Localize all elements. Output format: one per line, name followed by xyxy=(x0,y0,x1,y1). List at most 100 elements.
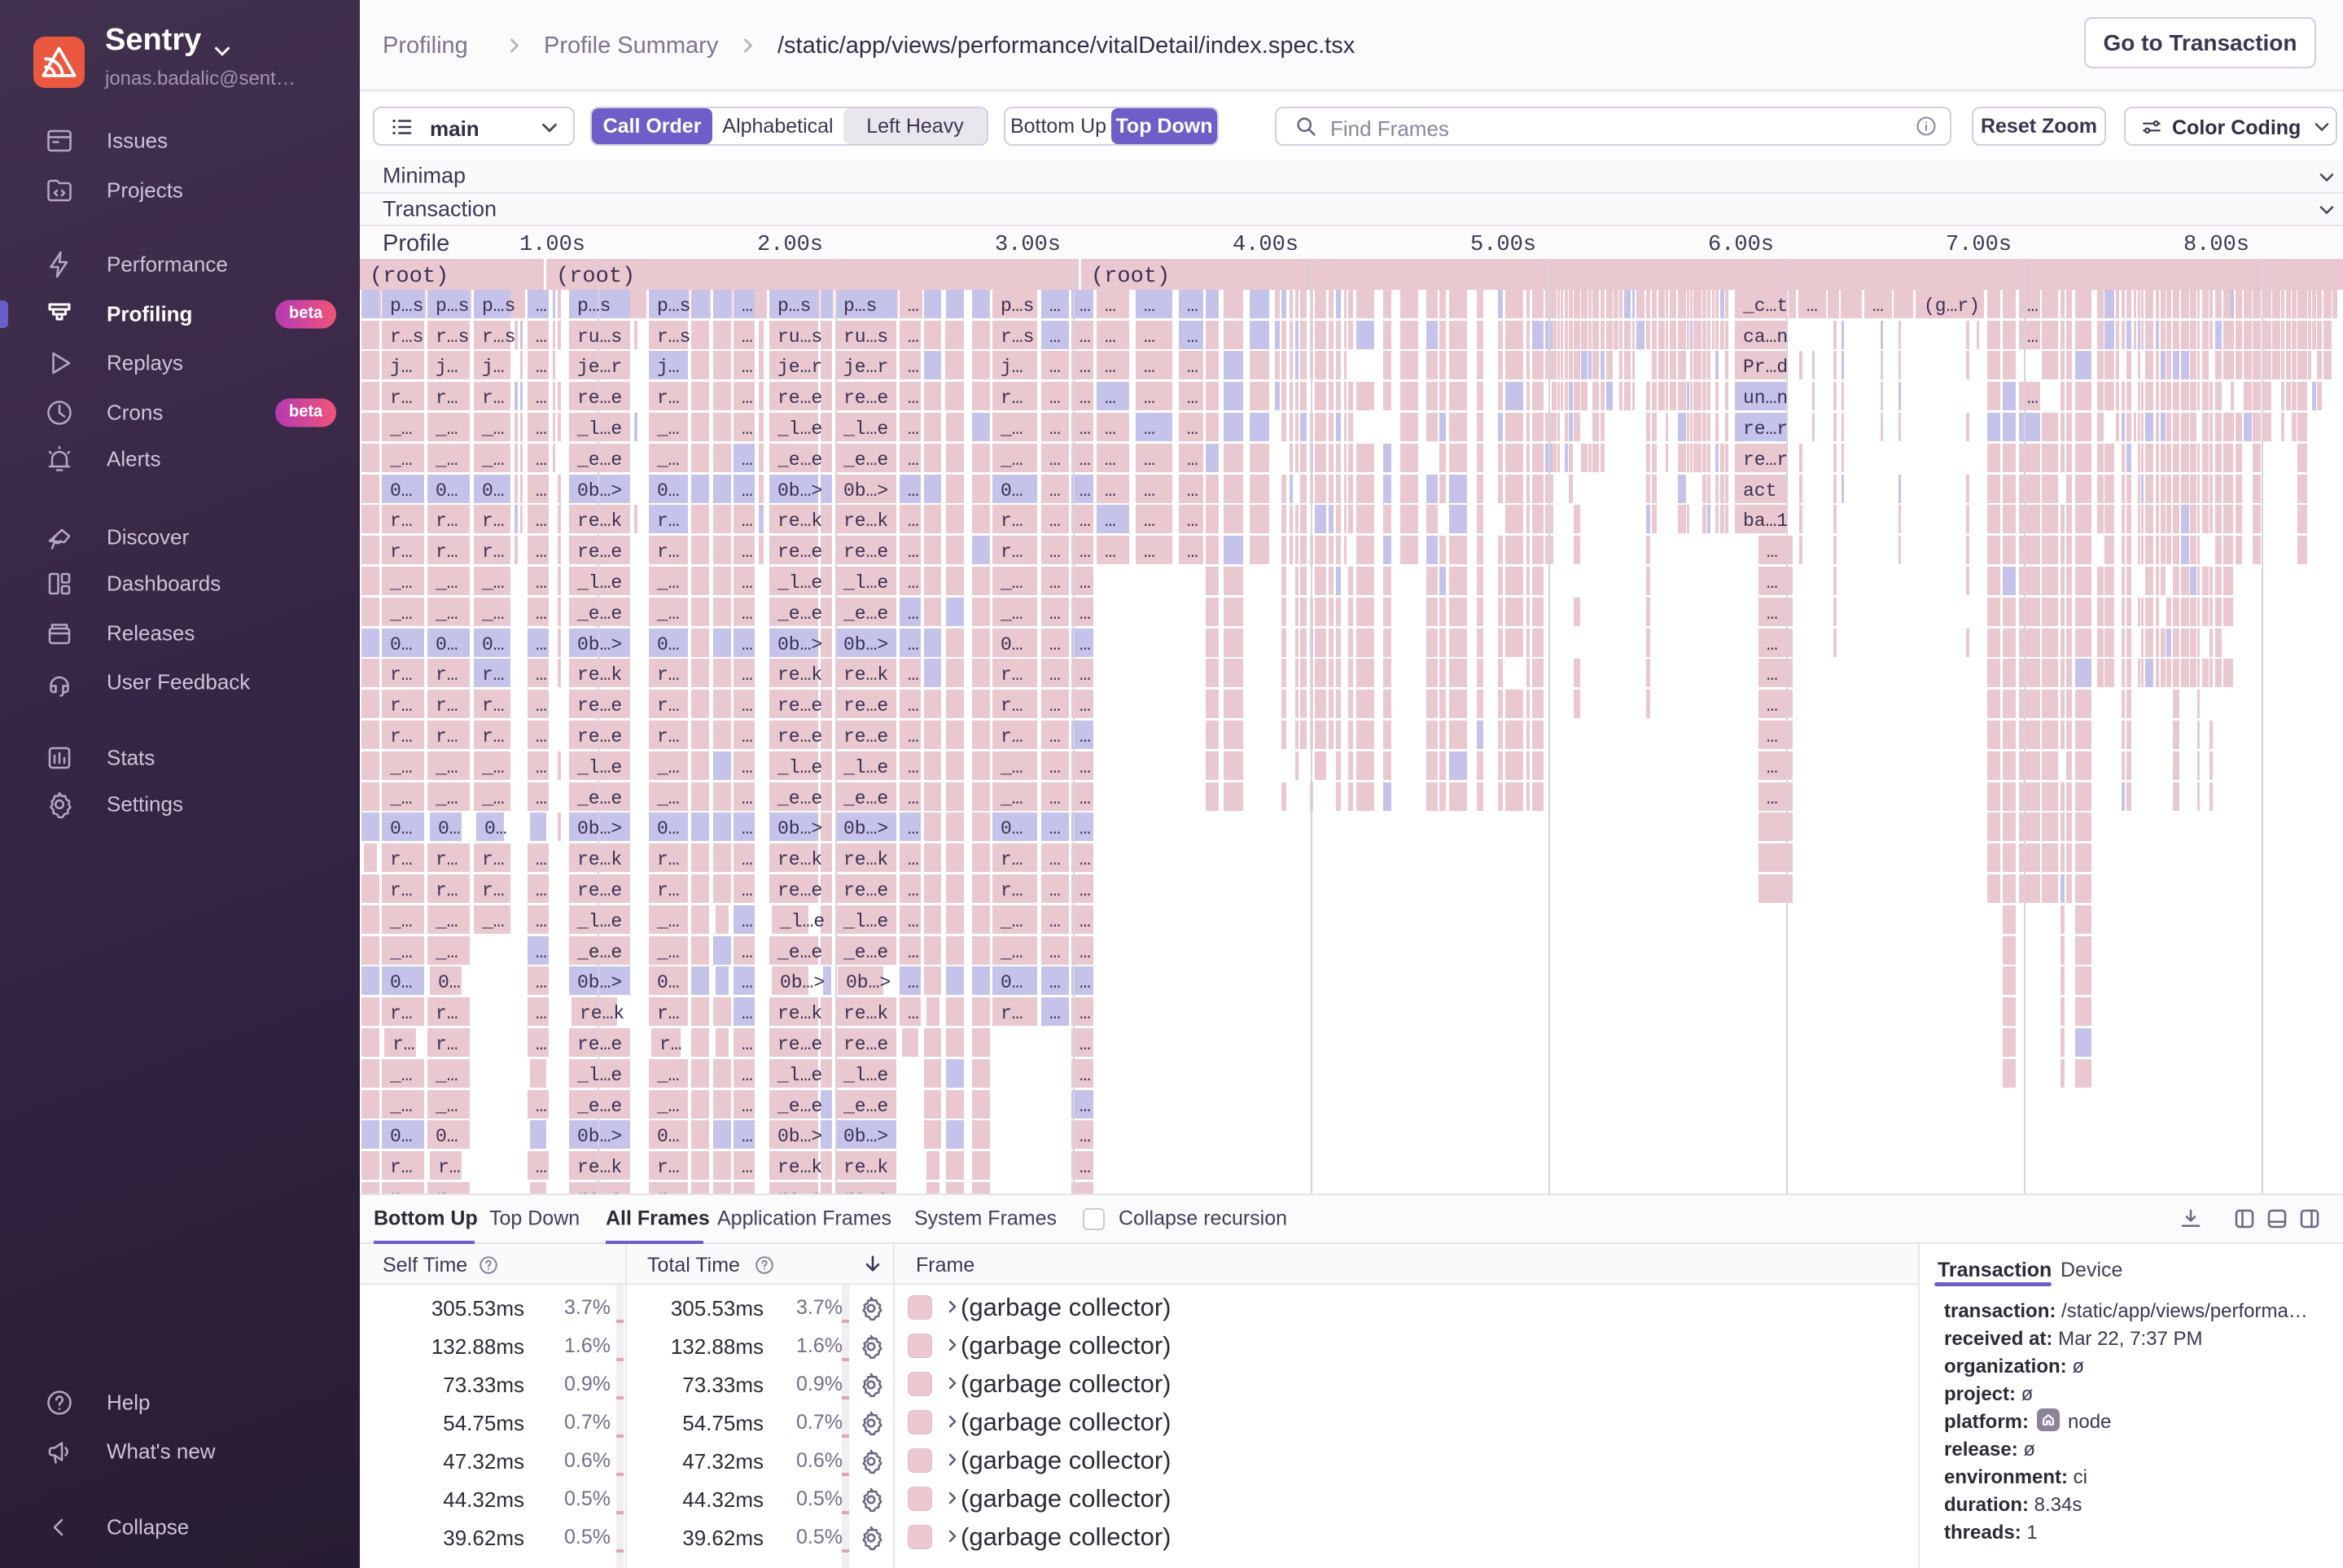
svg-text:…: … xyxy=(1080,326,1091,348)
svg-text:…: … xyxy=(1080,880,1091,901)
svg-text:…: … xyxy=(536,1157,547,1178)
svg-text:…: … xyxy=(1144,296,1155,317)
svg-text:r…: r… xyxy=(657,1157,680,1178)
svg-text:_l…e: _l…e xyxy=(777,1065,822,1086)
svg-text:p…s: p…s xyxy=(657,296,690,317)
svg-text:r…: r… xyxy=(659,1034,682,1055)
svg-text:…: … xyxy=(1187,418,1198,440)
svg-text:_e…e: _e…e xyxy=(576,603,622,624)
svg-text:re…e: re…e xyxy=(577,1034,622,1055)
svg-text:r…: r… xyxy=(482,388,505,409)
svg-text:r…: r… xyxy=(1001,1003,1023,1024)
svg-text:…: … xyxy=(536,942,547,963)
svg-text:…: … xyxy=(536,357,547,378)
svg-text:…: … xyxy=(1049,757,1061,778)
svg-text:…: … xyxy=(742,726,753,747)
svg-text:…: … xyxy=(1049,357,1061,378)
svg-text:r…: r… xyxy=(1001,541,1023,563)
svg-text:r…: r… xyxy=(1001,849,1023,870)
svg-text:0…: 0… xyxy=(657,972,680,993)
svg-text:…: … xyxy=(1049,849,1061,870)
svg-text:0…: 0… xyxy=(390,1126,413,1147)
svg-text:_l…e: _l…e xyxy=(843,1065,888,1086)
svg-text:_…: _… xyxy=(481,757,505,778)
svg-text:…: … xyxy=(1105,418,1116,440)
svg-text:_…: _… xyxy=(1000,757,1023,778)
svg-text:r…: r… xyxy=(390,1188,413,1194)
svg-text:_…: _… xyxy=(389,1065,413,1086)
svg-text:0…: 0… xyxy=(657,480,680,501)
svg-text:r…s: r…s xyxy=(436,326,469,348)
svg-text:…: … xyxy=(1187,480,1198,501)
svg-text:_…: _… xyxy=(656,572,680,593)
svg-text:…: … xyxy=(1144,541,1155,563)
svg-text:…: … xyxy=(1080,1003,1091,1024)
svg-text:…: … xyxy=(2027,296,2039,317)
svg-text:_…: _… xyxy=(435,603,458,624)
svg-text:…: … xyxy=(1144,510,1155,532)
svg-text:re…r: re…r xyxy=(1743,418,1788,440)
svg-text:_e…e: _e…e xyxy=(777,942,822,963)
svg-text:r…: r… xyxy=(657,726,680,747)
svg-text:…: … xyxy=(742,1157,753,1178)
svg-text:…: … xyxy=(1080,603,1091,624)
svg-text:…: … xyxy=(1049,664,1061,685)
svg-text:_e…e: _e…e xyxy=(576,1096,622,1117)
svg-text:…: … xyxy=(1080,418,1091,440)
svg-text:re…k: re…k xyxy=(843,849,888,870)
svg-text:0…: 0… xyxy=(657,634,680,655)
svg-text:…: … xyxy=(1767,757,1778,778)
svg-text:…: … xyxy=(1187,541,1198,563)
svg-text:_…: _… xyxy=(1000,942,1023,963)
svg-text:r…s: r…s xyxy=(482,326,515,348)
svg-text:_l…e: _l…e xyxy=(576,911,622,932)
svg-text:_…: _… xyxy=(481,603,505,624)
svg-text:_…: _… xyxy=(435,1065,458,1086)
svg-text:…: … xyxy=(536,757,547,778)
svg-text:0…: 0… xyxy=(390,972,413,993)
svg-text:…: … xyxy=(1049,942,1061,963)
svg-text:…: … xyxy=(536,1003,547,1024)
svg-text:re…e: re…e xyxy=(843,1188,888,1194)
svg-text:_l…e: _l…e xyxy=(843,418,888,440)
svg-text:r…: r… xyxy=(390,695,413,716)
svg-text:…: … xyxy=(742,541,753,563)
svg-text:0…: 0… xyxy=(438,972,461,993)
svg-text:…: … xyxy=(1080,695,1091,716)
svg-text:…: … xyxy=(742,942,753,963)
svg-text:_…: _… xyxy=(481,911,505,932)
svg-text:p…s: p…s xyxy=(843,296,877,317)
svg-text:…: … xyxy=(536,634,547,655)
svg-text:re…e: re…e xyxy=(777,695,822,716)
svg-text:_l…e: _l…e xyxy=(777,572,822,593)
svg-text:_…: _… xyxy=(389,418,413,440)
svg-text:…: … xyxy=(1105,296,1116,317)
svg-text:_…: _… xyxy=(389,1096,413,1117)
svg-text:…: … xyxy=(536,849,547,870)
svg-text:_e…e: _e…e xyxy=(777,788,822,809)
svg-text:re…k: re…k xyxy=(577,849,622,870)
svg-text:re…e: re…e xyxy=(843,1034,888,1055)
svg-text:ru…s: ru…s xyxy=(843,326,888,348)
svg-text:_e…e: _e…e xyxy=(576,942,622,963)
svg-text:p…s: p…s xyxy=(1001,296,1034,317)
svg-text:…: … xyxy=(908,788,919,809)
svg-text:…: … xyxy=(1080,942,1091,963)
svg-text:r…: r… xyxy=(436,695,458,716)
svg-text:…: … xyxy=(1807,296,1818,317)
svg-text:0b…>: 0b…> xyxy=(843,634,888,655)
svg-text:je…r: je…r xyxy=(777,357,822,378)
svg-text:0…: 0… xyxy=(1001,480,1023,501)
svg-text:…: … xyxy=(1049,726,1061,747)
svg-text:…: … xyxy=(1080,1034,1091,1055)
svg-text:r…s: r…s xyxy=(657,326,690,348)
svg-text:(g…r): (g…r) xyxy=(1924,296,1980,317)
svg-text:re…k: re…k xyxy=(777,849,822,870)
svg-text:…: … xyxy=(1767,726,1778,747)
svg-text:_…: _… xyxy=(389,449,413,471)
svg-text:_…: _… xyxy=(435,418,458,440)
svg-text:…: … xyxy=(908,757,919,778)
svg-text:_…: _… xyxy=(656,603,680,624)
svg-text:r…: r… xyxy=(436,880,458,901)
svg-text:…: … xyxy=(908,664,919,685)
